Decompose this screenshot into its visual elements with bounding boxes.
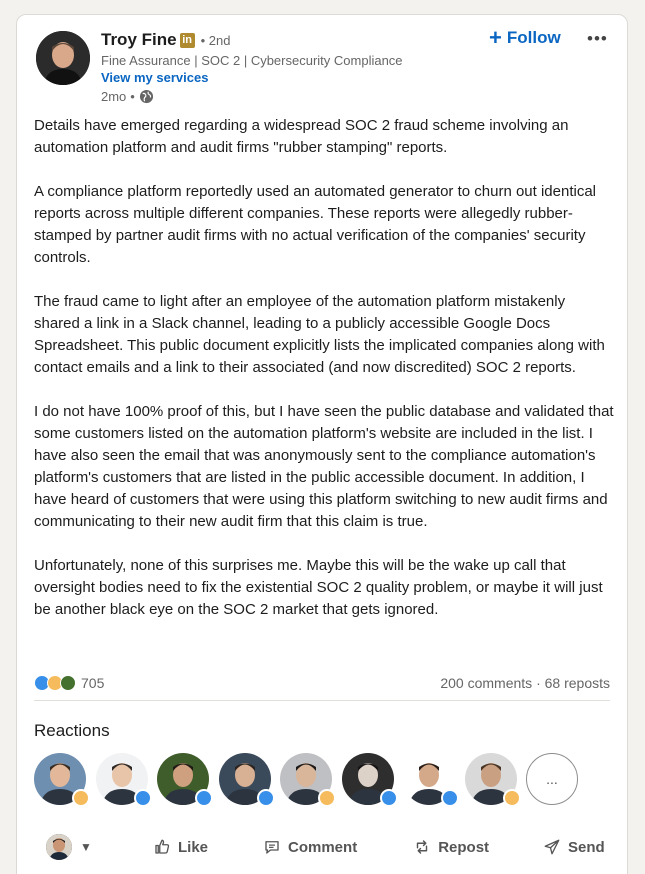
send-icon bbox=[544, 839, 560, 855]
reactor-avatar[interactable] bbox=[34, 753, 90, 807]
follow-button[interactable]: + Follow bbox=[489, 25, 561, 50]
reaction-count: 705 bbox=[81, 675, 105, 691]
thumbs-up-icon bbox=[155, 839, 170, 854]
post-as-selector[interactable]: ▼ bbox=[34, 834, 134, 860]
reactor-avatar-row: ... bbox=[34, 753, 578, 807]
like-reaction-icon bbox=[133, 789, 152, 807]
insightful-reaction-icon bbox=[72, 789, 90, 807]
action-bar: ▼ Like Comment Repost Send bbox=[34, 833, 610, 861]
more-reactors-button[interactable]: ... bbox=[526, 753, 578, 805]
plus-icon: + bbox=[489, 25, 502, 50]
post-time: 2mo bbox=[101, 89, 127, 104]
repost-icon bbox=[416, 840, 428, 854]
follow-label: Follow bbox=[506, 28, 561, 47]
reactor-avatar[interactable] bbox=[95, 753, 152, 807]
insightful-reaction-icon bbox=[502, 789, 521, 807]
chevron-down-icon: ▼ bbox=[80, 840, 92, 854]
post-paragraph: Details have emerged regarding a widespr… bbox=[34, 117, 569, 156]
post-meta: 2mo • bbox=[101, 89, 154, 104]
connection-degree: • 2nd bbox=[200, 32, 231, 48]
post-paragraph: Unfortunately, none of this surprises me… bbox=[34, 557, 603, 618]
like-reaction-icon bbox=[379, 789, 398, 807]
like-label: Like bbox=[178, 838, 209, 856]
repost-button[interactable]: Repost bbox=[413, 838, 489, 856]
like-reaction-icon bbox=[195, 789, 213, 807]
globe-icon bbox=[139, 89, 154, 104]
view-services-link[interactable]: View my services bbox=[101, 70, 208, 85]
send-label: Send bbox=[568, 838, 605, 856]
reactor-avatar[interactable] bbox=[464, 753, 521, 807]
more-options-icon[interactable]: ••• bbox=[587, 29, 608, 49]
author-headline: Fine Assurance | SOC 2 | Cybersecurity C… bbox=[101, 53, 403, 68]
post-card: Troy Fine in • 2nd Fine Assurance | SOC … bbox=[16, 14, 628, 874]
insightful-reaction-icon bbox=[318, 789, 336, 807]
comment-icon bbox=[265, 841, 279, 854]
author-line: Troy Fine in • 2nd bbox=[101, 30, 230, 50]
divider bbox=[34, 700, 610, 701]
post-paragraph: A compliance platform reportedly used an… bbox=[34, 183, 597, 266]
like-button[interactable]: Like bbox=[153, 838, 208, 856]
like-reaction-icon bbox=[256, 789, 275, 807]
reactor-avatar[interactable] bbox=[341, 753, 398, 807]
comment-label: Comment bbox=[288, 838, 358, 856]
comment-button[interactable]: Comment bbox=[263, 838, 357, 856]
reactor-avatar[interactable] bbox=[157, 753, 213, 807]
like-reaction-icon bbox=[441, 789, 459, 807]
support-reaction-icon bbox=[60, 675, 76, 691]
comments-reposts-count[interactable]: 200 comments · 68 reposts bbox=[440, 675, 610, 691]
reactor-avatar[interactable] bbox=[218, 753, 275, 807]
send-button[interactable]: Send bbox=[543, 838, 605, 856]
reactions-heading: Reactions bbox=[34, 721, 110, 740]
linkedin-premium-icon: in bbox=[179, 32, 195, 48]
post-body: Details have emerged regarding a widespr… bbox=[34, 115, 614, 643]
social-counts-bar: 705 200 comments · 68 reposts bbox=[34, 673, 610, 693]
author-name[interactable]: Troy Fine bbox=[101, 30, 177, 50]
repost-label: Repost bbox=[438, 838, 490, 856]
meta-separator: • bbox=[130, 89, 135, 104]
reaction-summary[interactable]: 705 bbox=[34, 675, 104, 691]
post-paragraph: The fraud came to light after an employe… bbox=[34, 293, 605, 376]
reactor-avatar[interactable] bbox=[403, 753, 459, 807]
author-avatar[interactable] bbox=[36, 31, 90, 85]
reactor-avatar[interactable] bbox=[280, 753, 336, 807]
post-paragraph: I do not have 100% proof of this, but I … bbox=[34, 403, 614, 530]
viewer-avatar bbox=[46, 834, 72, 860]
